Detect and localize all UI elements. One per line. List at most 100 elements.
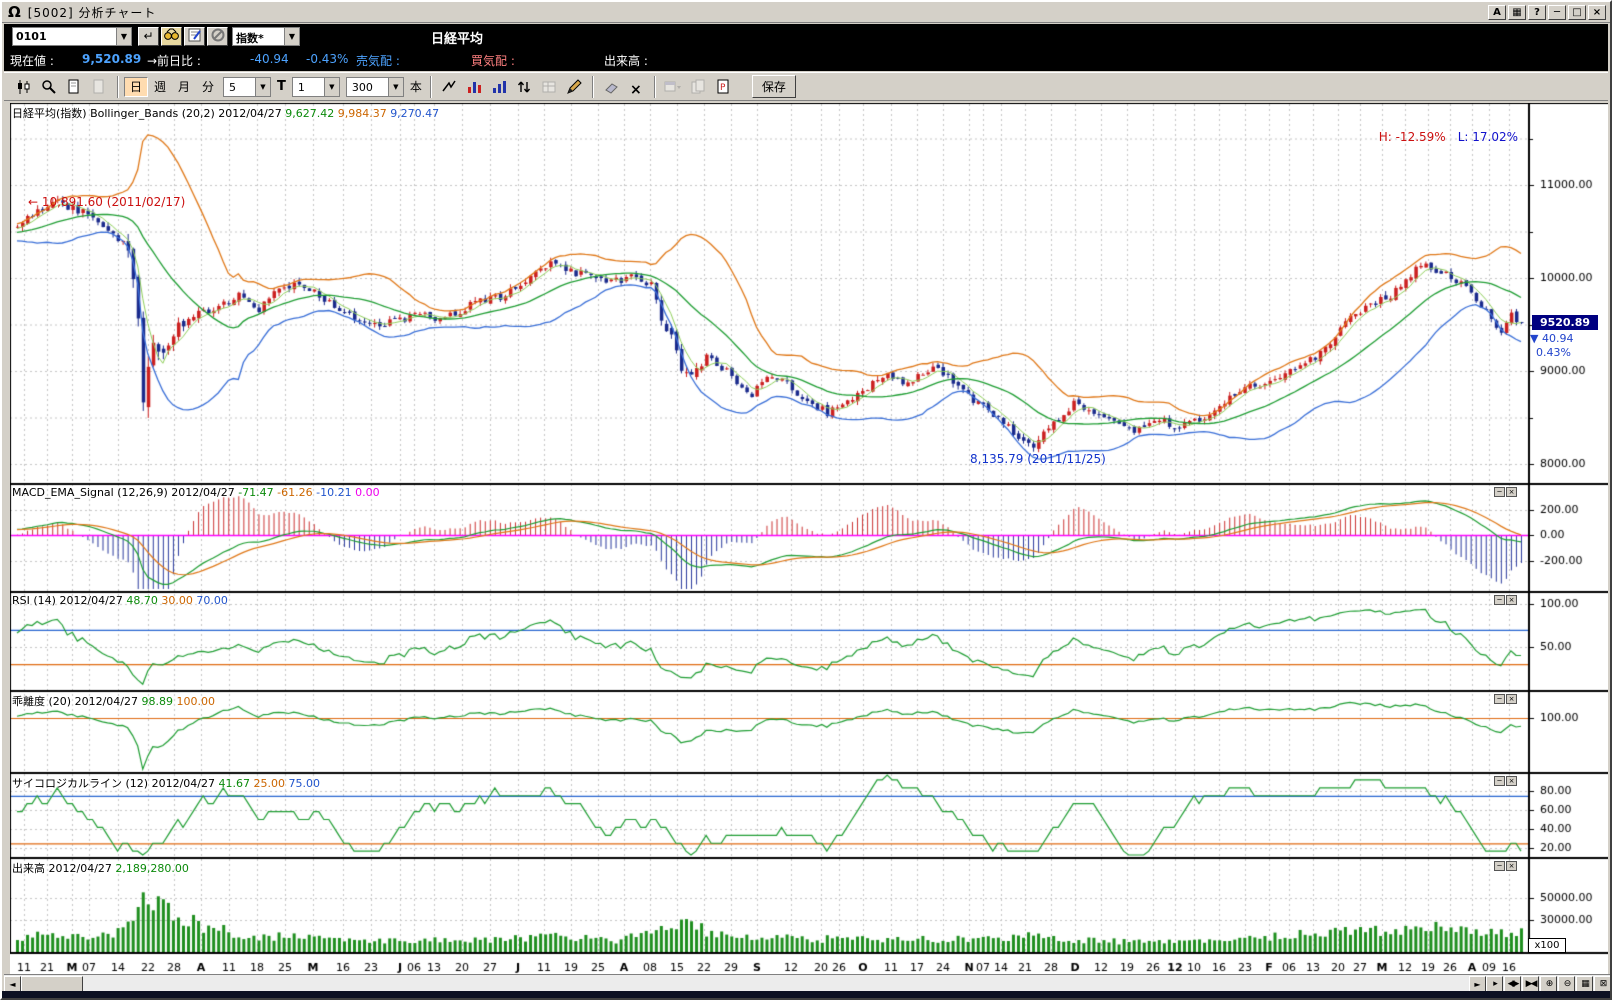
panel-minimize-button-macd[interactable]: ─ <box>1494 487 1505 497</box>
minimize-button[interactable]: ─ <box>1548 5 1566 20</box>
maximize-button[interactable]: □ <box>1568 5 1586 20</box>
panel-header-part: MACD_EMA_Signal (12,26,9) 2012/04/27 <box>12 486 238 499</box>
instrument-name: 日経平均 <box>431 28 483 47</box>
candlestick-chart-button[interactable] <box>12 76 36 98</box>
binoculars-icon <box>164 28 179 41</box>
ask-label: 売気配 : <box>356 52 400 69</box>
panel-header-macd: MACD_EMA_Signal (12,26,9) 2012/04/27 -71… <box>12 486 380 499</box>
symbol-code-value[interactable]: 0101 <box>13 28 116 45</box>
copy-page-button[interactable] <box>87 76 111 98</box>
zoom-tool-button[interactable] <box>37 76 61 98</box>
price-change-readout: ▼ 40.94 <box>1530 332 1573 345</box>
panel-close-button-kairi[interactable]: × <box>1506 694 1517 704</box>
print-page-button[interactable]: P <box>711 76 735 98</box>
panel-minimize-button-psy[interactable]: ─ <box>1494 776 1505 786</box>
panel-header-part: サイコロジカルライン (12) 2012/04/27 <box>12 777 218 790</box>
period-month-button[interactable]: 月 <box>172 77 196 97</box>
volume-unit-label: x100 <box>1528 938 1566 953</box>
eraser-button[interactable] <box>599 76 623 98</box>
panel-header-part: 乖離度 (20) 2012/04/27 <box>12 695 141 708</box>
window-title: [5002] 分析チャート <box>28 4 1486 21</box>
prev-change-value: -40.94 <box>250 52 289 66</box>
toolbar-separator <box>654 76 656 98</box>
chevron-down-icon[interactable]: ▼ <box>116 28 131 45</box>
delete-all-button[interactable]: × <box>624 76 648 98</box>
panel-header-vol: 出来高 2012/04/27 2,189,280.00 <box>12 860 189 876</box>
panel-header-main: 日経平均(指数) Bollinger_Bands (20,2) 2012/04/… <box>12 105 439 121</box>
page-icon <box>66 79 82 95</box>
panel-header-part: 98.89 <box>141 695 176 708</box>
index-type-value[interactable]: 指数* <box>233 28 284 45</box>
panel-close-button-vol[interactable]: × <box>1506 861 1517 871</box>
enter-button[interactable]: ↵ <box>138 27 159 46</box>
app-window: Ω [5002] 分析チャート A▦?─□× 0101 ▼ ↵ 指数* ▼ 日経… <box>0 0 1612 1000</box>
panel-close-button-macd[interactable]: × <box>1506 487 1517 497</box>
panel-header-kairi: 乖離度 (20) 2012/04/27 98.89 100.00 <box>12 693 215 709</box>
trough-annotation: 8,135.79 (2011/11/25) <box>970 452 1106 466</box>
window-mode-button[interactable] <box>661 76 685 98</box>
volume-bars-button[interactable] <box>487 76 511 98</box>
grid-icon <box>541 79 557 95</box>
help-button[interactable]: ? <box>1528 5 1546 20</box>
trend-line-button[interactable] <box>437 76 461 98</box>
panel-header-psy: サイコロジカルライン (12) 2012/04/27 41.67 25.00 7… <box>12 775 320 791</box>
current-price-label: 現在値 : <box>10 52 54 69</box>
period-minute-button[interactable]: 分 <box>196 77 220 97</box>
page-copy-icon <box>91 79 107 95</box>
bar-count-select[interactable]: 300▼ <box>346 77 404 97</box>
red-blue-bars-icon <box>466 79 482 95</box>
chevron-down-icon[interactable]: ▼ <box>255 78 270 96</box>
draw-pencil-button[interactable] <box>562 76 586 98</box>
app-logo-icon: Ω <box>8 3 21 21</box>
indicator-bars-button[interactable] <box>462 76 486 98</box>
panel-close-button-psy[interactable]: × <box>1506 776 1517 786</box>
panel-header-part: 出来高 2012/04/27 <box>12 862 115 875</box>
clear-mark-button[interactable] <box>207 27 228 46</box>
period-day-button[interactable]: 日 <box>124 77 148 97</box>
panel-header-part: 9,984.37 <box>338 107 390 120</box>
tick-interval-select[interactable]: 1▼ <box>292 77 340 97</box>
chevron-down-icon[interactable]: ▼ <box>388 78 403 96</box>
search-binoculars-button[interactable] <box>161 27 182 46</box>
index-type-select[interactable]: 指数* ▼ <box>232 27 300 46</box>
chart-canvas[interactable] <box>10 103 1608 974</box>
panel-header-rsi: RSI (14) 2012/04/27 48.70 30.00 70.00 <box>12 594 228 607</box>
panel-header-part: 0.00 <box>355 486 380 499</box>
bar-count-value[interactable]: 300 <box>347 78 388 96</box>
memo-button[interactable] <box>184 27 205 46</box>
chevron-down-icon[interactable]: ▼ <box>284 28 299 45</box>
x-icon: × <box>630 82 642 98</box>
minute-interval-select[interactable]: 5▼ <box>223 77 271 97</box>
panel-close-button-rsi[interactable]: × <box>1506 595 1517 605</box>
panel-header-part: 9,270.47 <box>390 107 439 120</box>
pencil-icon <box>566 79 582 95</box>
high-low-readout: H: -12.59%L: 17.02% <box>1262 116 1518 158</box>
panel-header-part: -61.26 <box>277 486 316 499</box>
sort-arrows-button[interactable] <box>512 76 536 98</box>
panel-minimize-button-rsi[interactable]: ─ <box>1494 595 1505 605</box>
panel-header-part: 100.00 <box>176 695 215 708</box>
new-page-button[interactable] <box>62 76 86 98</box>
tick-interval-value[interactable]: 1 <box>293 78 324 96</box>
symbol-code-input[interactable]: 0101 ▼ <box>12 27 132 46</box>
panel-header-part: 75.00 <box>288 777 320 790</box>
blue-bars-icon <box>491 79 507 95</box>
panel-header-part: 48.70 <box>126 594 161 607</box>
prev-change-pct: -0.43% <box>306 52 348 66</box>
save-button[interactable]: 保存 <box>752 75 796 98</box>
layout-button[interactable]: ▦ <box>1508 5 1526 20</box>
memo-icon <box>188 28 202 42</box>
current-price-badge: 9520.89 <box>1532 315 1598 330</box>
panel-minimize-button-vol[interactable]: ─ <box>1494 861 1505 871</box>
font-button[interactable]: A <box>1488 5 1506 20</box>
copy-chart-button[interactable] <box>686 76 710 98</box>
minute-interval-value[interactable]: 5 <box>224 78 255 96</box>
prev-change-label: →前日比 : <box>147 52 201 69</box>
panel-header-part: 2,189,280.00 <box>115 862 188 875</box>
quote-bar-row2: 現在値 : 9,520.89 →前日比 : -40.94 -0.43% 売気配 … <box>4 48 1608 71</box>
chevron-down-icon[interactable]: ▼ <box>324 78 339 96</box>
close-button[interactable]: × <box>1588 5 1606 20</box>
panel-minimize-button-kairi[interactable]: ─ <box>1494 694 1505 704</box>
grid-table-button[interactable] <box>537 76 561 98</box>
period-week-button[interactable]: 週 <box>148 77 172 97</box>
